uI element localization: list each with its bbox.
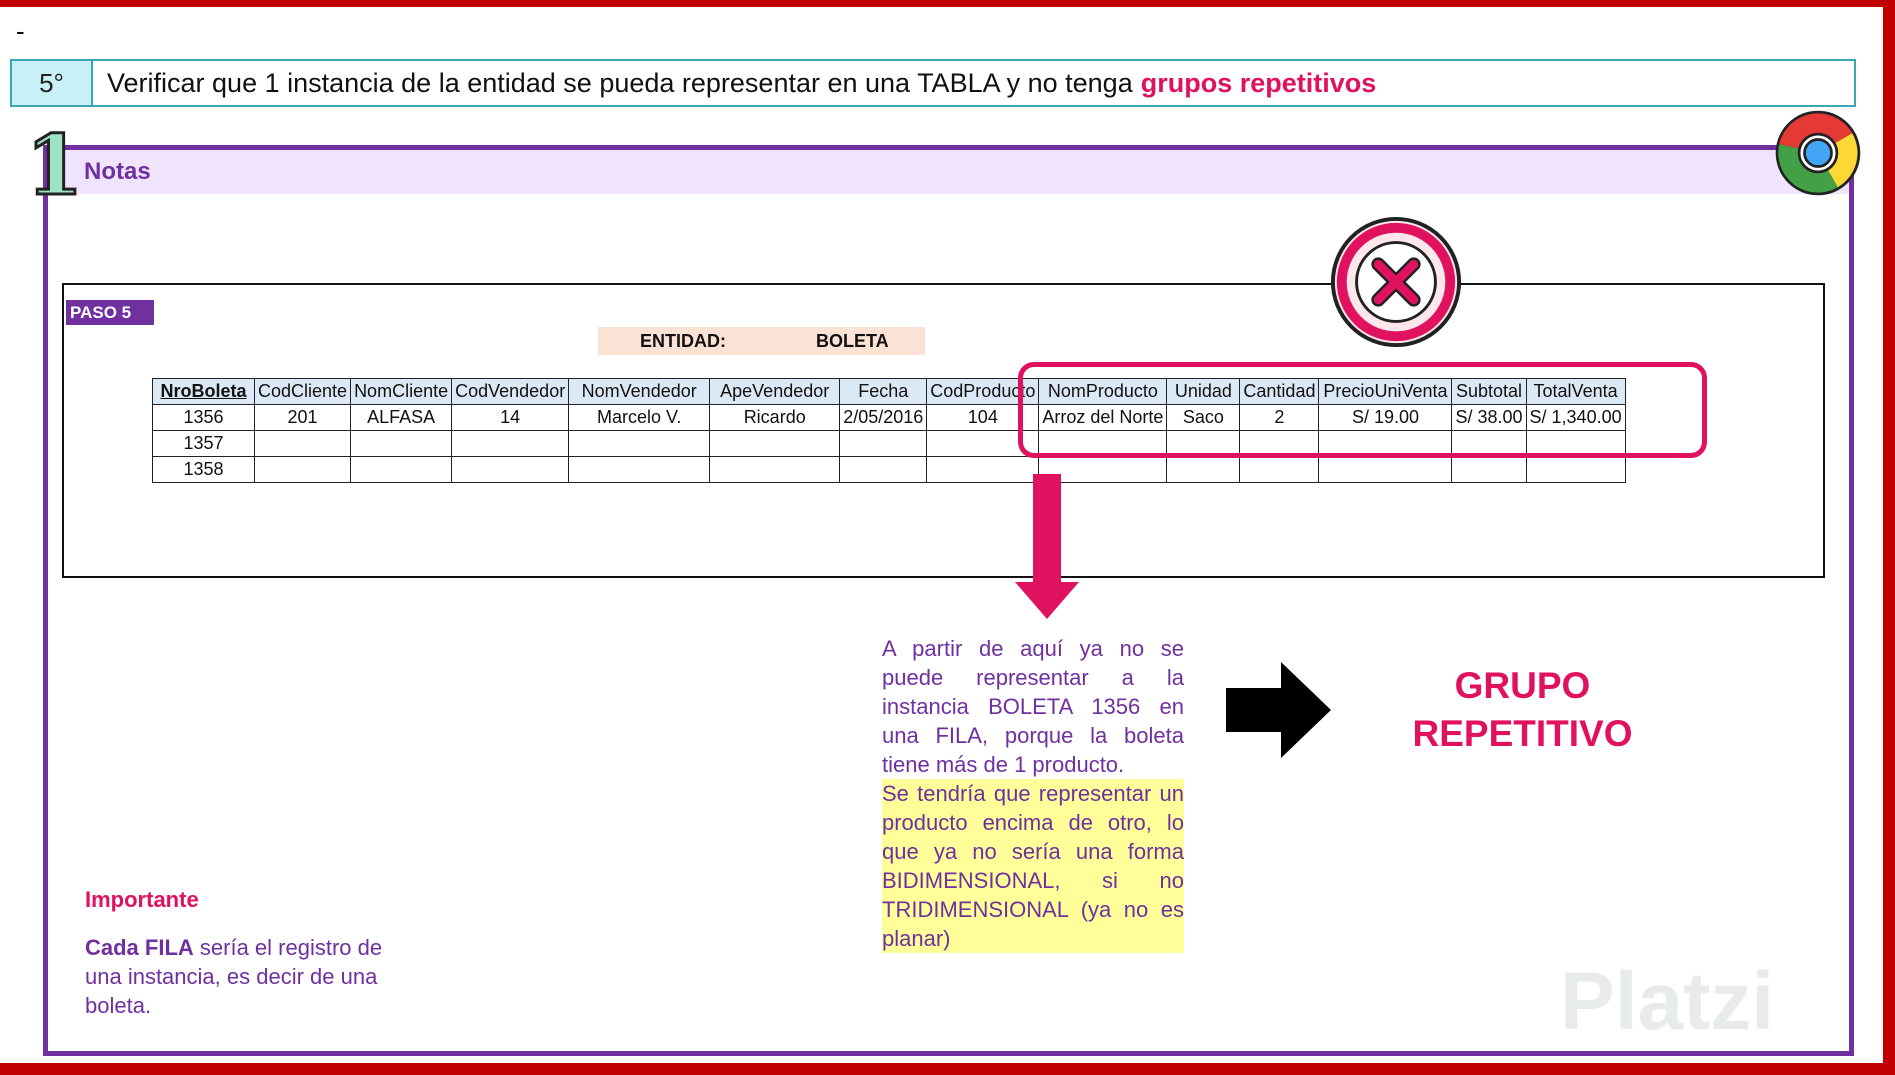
table-cell [839,456,928,483]
column-header: NroBoleta [152,378,255,405]
table-cell [253,430,352,457]
column-header: CodVendedor [451,378,570,405]
table-row: 1358 [152,456,1626,483]
table-cell [350,456,453,483]
paso-label: PASO 5 [66,300,154,325]
table-cell: Marcelo V. [568,404,711,431]
column-header: ApeVendedor [709,378,841,405]
table-cell [1525,456,1626,483]
grupo-line-1: GRUPO [1454,665,1591,706]
table-cell [1318,456,1453,483]
table-cell [1239,456,1320,483]
importante-title: Importante [85,887,199,912]
importante-text: Cada FILA sería el registro de una insta… [85,933,405,1020]
entidad-value: BOLETA [816,331,889,351]
notes-badge-number: 1 [24,118,84,214]
table-cell [839,430,928,457]
platzi-watermark: Platzi [1560,956,1775,1047]
table-cell: 201 [253,404,352,431]
frame-bottom [0,1063,1895,1075]
step-row: 5° Verificar que 1 instancia de la entid… [10,59,1856,107]
table-cell [568,456,711,483]
table-cell: 1356 [152,404,255,431]
table-cell [253,456,352,483]
frame-top [0,0,1895,7]
column-header: CodCliente [253,378,352,405]
repeating-group-highlight [1018,362,1707,458]
chrome-icon [1775,110,1861,196]
table-cell: 14 [451,404,570,431]
explanation-paragraph: A partir de aquí ya no se puede represen… [882,634,1184,953]
table-cell [568,430,711,457]
error-x-icon [1330,216,1462,348]
step-highlight: grupos repetitivos [1140,67,1377,98]
table-cell [350,430,453,457]
grupo-repetitivo-title: GRUPO REPETITIVO [1380,662,1665,758]
grupo-line-2: REPETITIVO [1412,713,1633,754]
table-cell: ALFASA [350,404,453,431]
table-cell [709,430,841,457]
column-header: NomVendedor [568,378,711,405]
table-cell [1166,456,1241,483]
table-cell [1451,456,1527,483]
down-arrow-icon [1015,474,1079,619]
dash-text: - [16,16,25,46]
table-cell [451,430,570,457]
explanation-highlight: Se tendría que representar un producto e… [882,779,1184,953]
column-header: NomCliente [350,378,453,405]
step-number: 5° [12,61,93,105]
frame-right [1883,0,1895,1075]
importante-bold: Cada FILA [85,935,194,960]
table-cell: 1357 [152,430,255,457]
right-arrow-icon [1226,662,1331,758]
explanation-text: A partir de aquí ya no se puede represen… [882,636,1184,777]
notes-header: Notas [48,150,1849,194]
notes-label: Notas [84,158,151,185]
table-cell: Ricardo [709,404,841,431]
entidad-label: ENTIDAD: [640,331,726,351]
table-cell: 1358 [152,456,255,483]
step-text: Verificar que 1 instancia de la entidad … [93,61,1854,105]
entidad-bar: ENTIDAD: BOLETA [598,327,925,355]
table-cell [709,456,841,483]
table-cell: 2/05/2016 [839,404,928,431]
column-header: Fecha [839,378,928,405]
step-description: Verificar que 1 instancia de la entidad … [107,67,1133,98]
table-cell [451,456,570,483]
